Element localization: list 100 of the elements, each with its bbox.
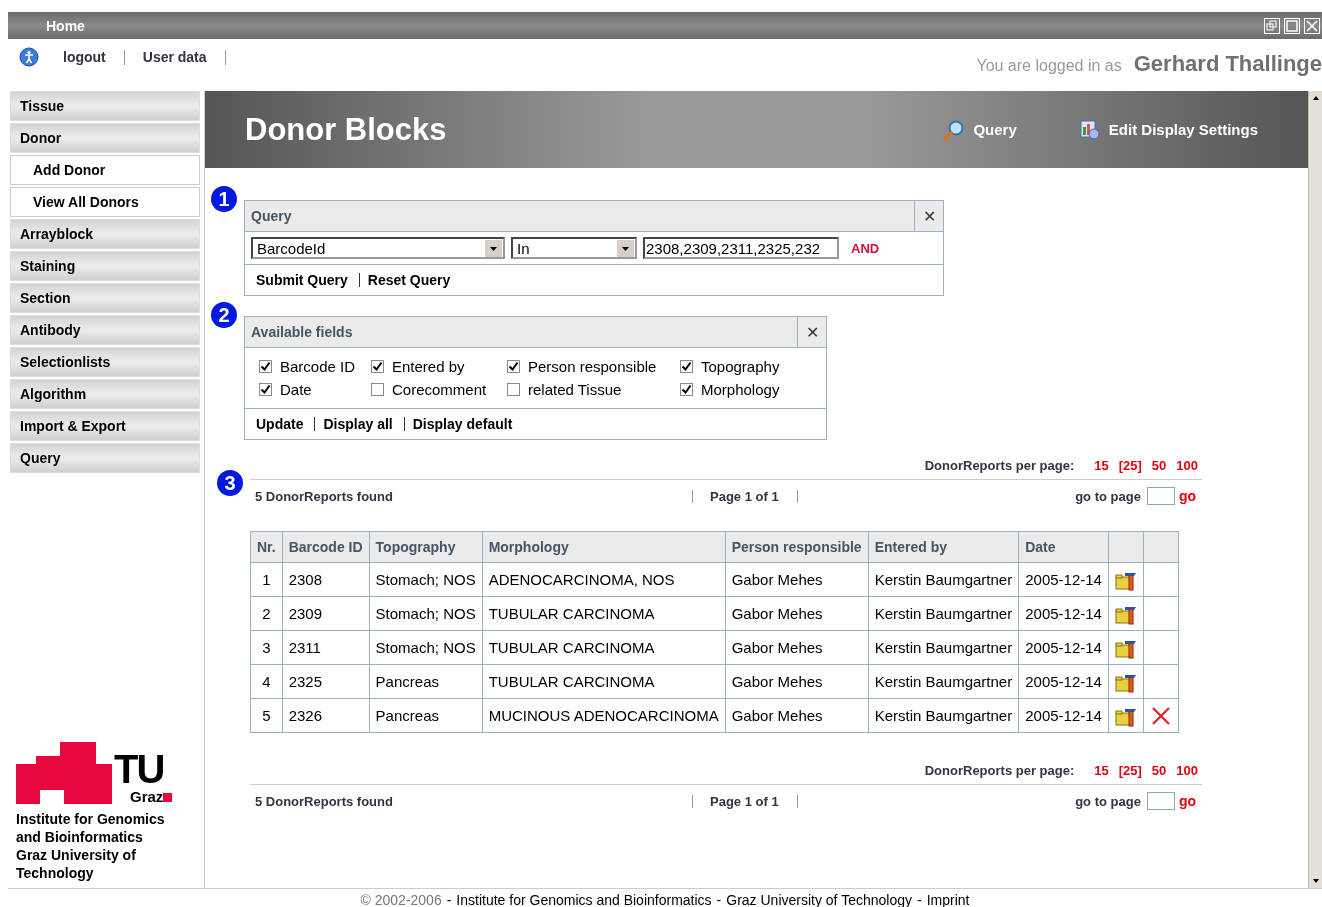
page-number-field[interactable] [1146,792,1175,810]
table-cell: 2005-12-14 [1018,698,1109,733]
step-number: 2 [211,302,237,328]
per-page-link[interactable]: 50 [1151,763,1167,778]
checkbox[interactable] [371,383,384,396]
sidebar-item[interactable]: Algorithm [10,379,200,409]
per-page-link[interactable]: [25] [1118,458,1142,473]
logged-in-label: You are logged in as [976,57,1122,75]
table-cell: 2309 [282,596,370,631]
table-cell: 2325 [282,664,370,699]
page-number-field[interactable] [1146,487,1175,505]
checkbox-label: Topography [701,358,780,375]
sidebar-item[interactable]: Staining [10,251,200,281]
table-cell: ADENOCARCINOMA, NOS [482,562,726,597]
sidebar-item[interactable]: Import & Export [10,411,200,441]
close-icon[interactable] [1304,17,1320,34]
checkbox-label: Date [280,381,312,398]
per-page-link[interactable]: 50 [1151,458,1167,473]
table-cell: Stomach; NOS [369,630,483,665]
institute-caption: Institute for Genomics and Bioinformatics Graz University of Technology [16,810,166,882]
column-header[interactable]: Date [1018,531,1109,563]
sidebar-item[interactable]: View All Donors [10,187,200,217]
header-action[interactable]: Query [943,118,1017,141]
operator-select[interactable]: In [511,237,637,259]
separator-text: - [446,892,452,907]
per-page-link[interactable]: 100 [1176,458,1198,473]
close-button[interactable]: ✕ [797,317,826,347]
table-cell: 5 [250,698,283,733]
column-header[interactable]: Topography [369,531,483,563]
sidebar-item[interactable]: Section [10,283,200,313]
sidebar-item[interactable]: Selectionlists [10,347,200,377]
column-header[interactable]: Barcode ID [282,531,370,563]
sidebar-item[interactable]: Query [10,443,200,473]
separator-text: - [716,892,722,907]
separator-text: - [917,892,922,907]
per-page-link[interactable]: 15 [1094,763,1109,778]
panel-link[interactable]: Display default [412,416,513,432]
table-cell: Stomach; NOS [369,562,483,597]
panel-link[interactable]: Submit Query [256,272,348,288]
delete-icon[interactable] [1150,705,1171,726]
table-cell: 4 [250,664,283,699]
checkbox[interactable] [259,360,272,373]
checkbox[interactable] [680,383,693,396]
settings-icon [1078,118,1101,141]
close-button[interactable]: ✕ [914,201,943,231]
panel-title: Available fields [250,324,354,340]
table-cell: Pancreas [369,698,483,733]
checkbox[interactable] [371,360,384,373]
table-cell: 2005-12-14 [1018,596,1109,631]
table-cell: 2005-12-14 [1018,562,1109,597]
sidebar-item[interactable]: Arrayblock [10,219,200,249]
column-header[interactable]: Entered by [868,531,1019,563]
table-cell: 2326 [282,698,370,733]
go-to-page-label: go to page [1075,793,1141,809]
checkbox-label: Person responsible [528,358,657,375]
footer-link[interactable]: Institute for Genomics and Bioinformatics [456,892,712,907]
table-cell: 2311 [282,630,370,665]
field-select[interactable]: BarcodeId [251,237,505,259]
panel-link[interactable]: Display all [323,416,393,432]
sidebar-item[interactable]: Donor [10,123,200,153]
table-cell: 1 [250,562,283,597]
table-cell: 3 [250,630,283,665]
go-link[interactable]: go [1178,488,1196,504]
user-link[interactable]: User data [142,47,207,65]
sidebar-item[interactable]: Antibody [10,315,200,345]
checkbox[interactable] [680,360,693,373]
scrollbar[interactable] [1308,91,1322,888]
table-cell: MUCINOUS ADENOCARCINOMA [482,698,726,733]
sidebar-item[interactable]: Add Donor [10,155,200,185]
per-page-link[interactable]: 100 [1176,763,1198,778]
connector-link[interactable]: AND [851,240,880,256]
maximize-icon[interactable] [1284,17,1300,34]
header-action[interactable]: Edit Display Settings [1078,118,1258,141]
user-link[interactable]: logout [63,47,106,65]
go-link[interactable]: go [1178,793,1196,809]
value-field[interactable]: 2308,2309,2311,2325,232 [643,237,839,259]
footer-link[interactable]: Graz University of Technology [726,892,912,907]
results-count: 5 DonorReports found [255,793,394,809]
table-cell: 2 [250,596,283,631]
restore-icon[interactable] [1264,17,1280,34]
footer-link[interactable]: Imprint [926,892,970,907]
info-icon[interactable] [19,47,39,67]
table-cell: Kerstin Baumgartner [868,664,1019,699]
checkbox[interactable] [507,360,520,373]
panel-link[interactable]: Reset Query [367,272,451,288]
table-cell: Pancreas [369,664,483,699]
column-header[interactable]: Nr. [250,531,283,563]
per-page-label: DonorReports per page: [924,458,1075,473]
checkbox[interactable] [507,383,520,396]
per-page-link[interactable]: [25] [1118,763,1142,778]
home-link[interactable]: Home [46,17,85,34]
sidebar-item[interactable]: Tissue [10,91,200,121]
column-header[interactable]: Person responsible [725,531,869,563]
checkbox[interactable] [259,383,272,396]
table-cell: Kerstin Baumgartner [868,596,1019,631]
column-header[interactable]: Morphology [482,531,726,563]
go-to-page-label: go to page [1075,488,1141,504]
table-cell: Gabor Mehes [725,630,869,665]
panel-link[interactable]: Update [256,416,304,432]
per-page-link[interactable]: 15 [1094,458,1109,473]
